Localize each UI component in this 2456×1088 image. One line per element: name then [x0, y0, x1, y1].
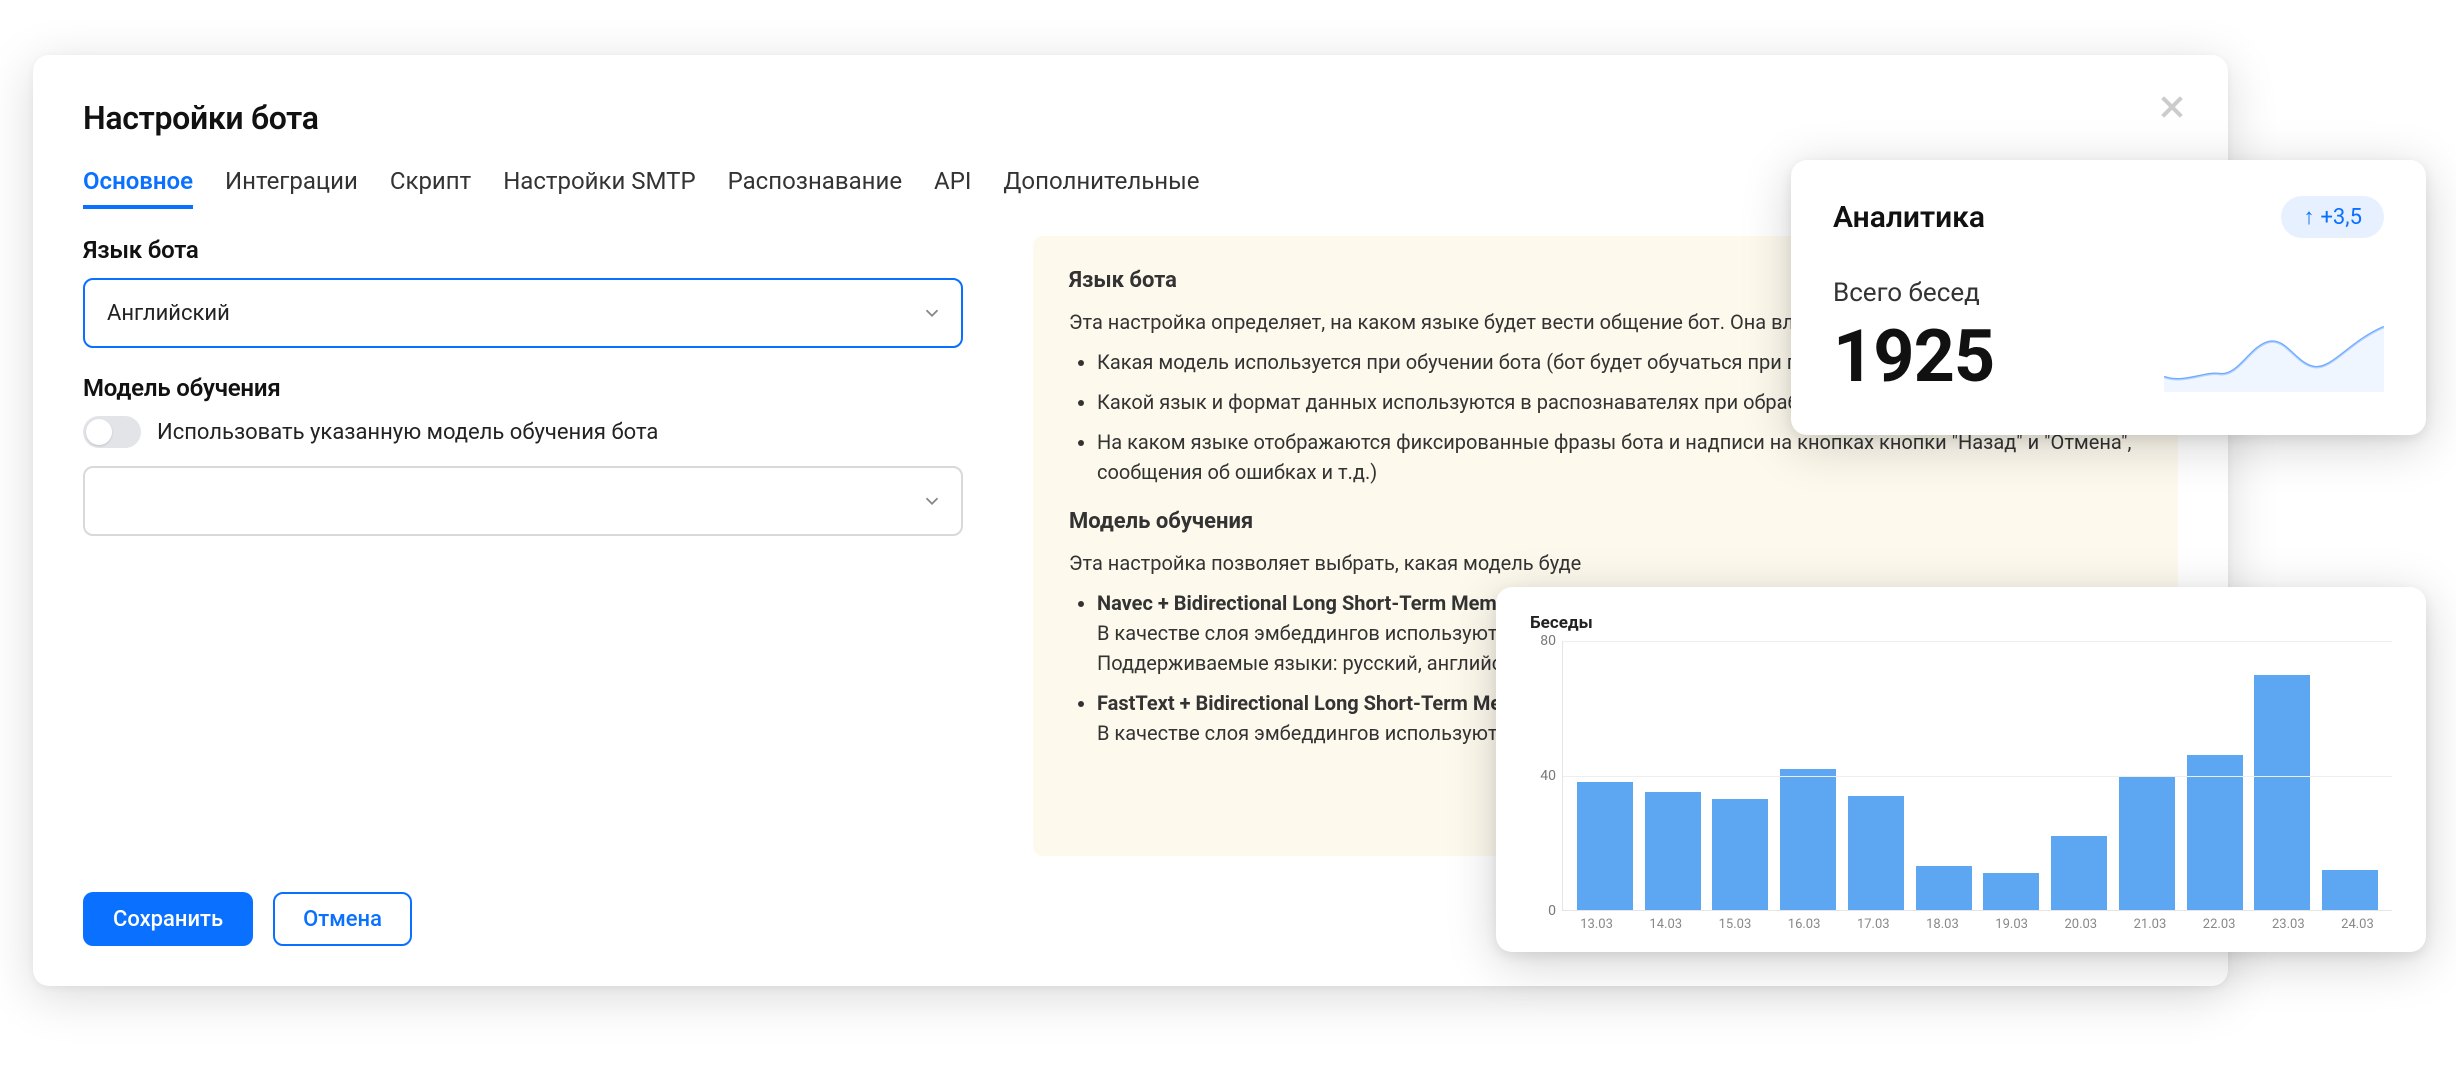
language-value: Английский: [107, 301, 230, 326]
training-model-label: Модель обучения: [83, 374, 983, 402]
chevron-down-icon: [921, 490, 943, 512]
chart-bar: [2119, 776, 2175, 911]
x-tick: 16.03: [1770, 917, 1839, 932]
chart-bar: [1712, 799, 1768, 910]
x-tick: 18.03: [1908, 917, 1977, 932]
tab-3[interactable]: Настройки SMTP: [503, 167, 695, 209]
chart-bar: [2322, 870, 2378, 910]
chart-bar: [2187, 755, 2243, 910]
x-tick: 20.03: [2046, 917, 2115, 932]
analytics-title: Аналитика: [1833, 200, 1985, 235]
analytics-card: Аналитика ↑ +3,5 Всего бесед 1925: [1791, 160, 2426, 435]
x-tick: 13.03: [1562, 917, 1631, 932]
modal-title: Настройки бота: [83, 99, 2178, 137]
info-bullet: На каком языке отображаются фиксированны…: [1097, 427, 2142, 487]
x-tick: 24.03: [2323, 917, 2392, 932]
language-label: Язык бота: [83, 236, 983, 264]
tab-4[interactable]: Распознавание: [728, 167, 902, 209]
x-tick: 14.03: [1631, 917, 1700, 932]
arrow-up-icon: ↑: [2303, 204, 2314, 230]
chart-bar: [1645, 792, 1701, 910]
cancel-button[interactable]: Отмена: [273, 892, 412, 946]
y-tick: 80: [1540, 633, 1556, 649]
analytics-sublabel: Всего бесед: [1833, 278, 2384, 308]
chart-bar: [1780, 769, 1836, 910]
info-text: Эта настройка позволяет выбрать, какая м…: [1069, 548, 2142, 578]
training-model-toggle-label: Использовать указанную модель обучения б…: [157, 420, 658, 445]
x-tick: 21.03: [2115, 917, 2184, 932]
tab-6[interactable]: Дополнительные: [1003, 167, 1199, 209]
analytics-total: 1925: [1833, 314, 1994, 399]
tab-1[interactable]: Интеграции: [225, 167, 358, 209]
x-tick: 22.03: [2185, 917, 2254, 932]
save-button[interactable]: Сохранить: [83, 892, 253, 946]
chart-bar: [1848, 796, 1904, 910]
info-heading: Модель обучения: [1069, 505, 2142, 538]
conversations-chart-card: Беседы 04080 13.0314.0315.0316.0317.0318…: [1496, 587, 2426, 952]
chart-title: Беседы: [1530, 613, 2392, 633]
chart-x-axis: 13.0314.0315.0316.0317.0318.0319.0320.03…: [1530, 917, 2392, 932]
trend-value: +3,5: [2320, 205, 2362, 230]
chart-bar: [1577, 782, 1633, 910]
chart-bar: [1916, 866, 1972, 910]
trend-badge: ↑ +3,5: [2281, 196, 2384, 238]
tab-0[interactable]: Основное: [83, 167, 193, 209]
tab-2[interactable]: Скрипт: [390, 167, 471, 209]
language-select[interactable]: Английский: [83, 278, 963, 348]
chevron-down-icon: [921, 302, 943, 324]
y-tick: 0: [1548, 903, 1556, 919]
close-icon[interactable]: [2156, 91, 2188, 123]
y-tick: 40: [1540, 768, 1556, 784]
chart-y-axis: 04080: [1530, 641, 1562, 911]
x-tick: 17.03: [1839, 917, 1908, 932]
trend-sparkline: [2164, 322, 2384, 392]
chart-bar: [2051, 836, 2107, 910]
x-tick: 19.03: [1977, 917, 2046, 932]
tab-5[interactable]: API: [934, 167, 971, 209]
chart-bar: [2254, 675, 2310, 910]
chart-plot-area: [1562, 641, 2392, 911]
x-tick: 23.03: [2254, 917, 2323, 932]
chart-bar: [1983, 873, 2039, 910]
training-model-toggle[interactable]: [83, 416, 141, 448]
training-model-select[interactable]: [83, 466, 963, 536]
x-tick: 15.03: [1700, 917, 1769, 932]
